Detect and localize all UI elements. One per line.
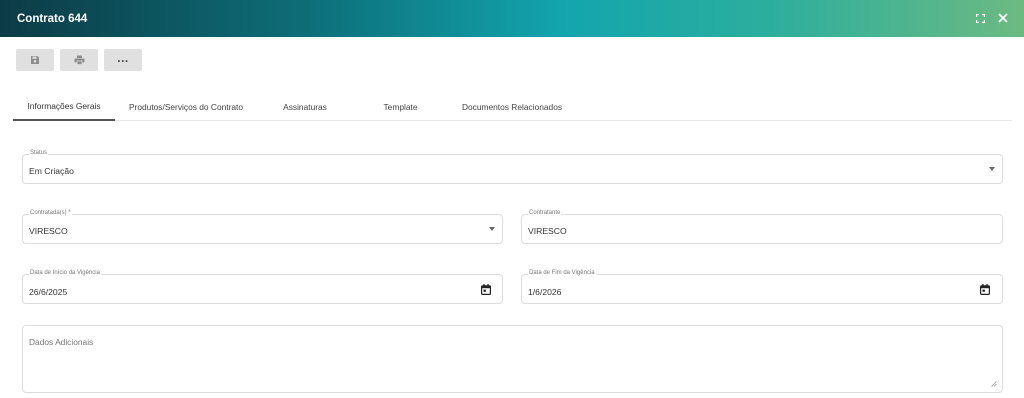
more-options-button[interactable]: ... xyxy=(104,49,142,71)
close-icon[interactable] xyxy=(994,9,1012,27)
status-select[interactable]: Status Em Criação xyxy=(22,150,1003,184)
status-label: Status xyxy=(29,150,49,156)
status-value: Em Criação xyxy=(29,166,74,176)
contratante-value: VIRESCO xyxy=(528,226,567,236)
dados-adicionais-placeholder: Dados Adicionais xyxy=(29,337,94,347)
calendar-icon[interactable] xyxy=(980,284,990,295)
contratante-label: Contratante xyxy=(528,210,562,216)
data-fim-label: Data de Fim da Vigência xyxy=(528,270,596,276)
contratada-select[interactable]: Contratada(s) * VIRESCO xyxy=(22,210,503,244)
data-inicio-value: 26/6/2025 xyxy=(29,287,68,297)
contratante-field[interactable]: Contratante VIRESCO xyxy=(521,210,1003,244)
window-title: Contrato 644 xyxy=(17,12,88,25)
tab-produtos-servicos[interactable]: Produtos/Serviços do Contrato xyxy=(121,92,251,121)
data-inicio-label: Data de Início da Vigência xyxy=(29,270,101,276)
expand-icon[interactable] xyxy=(971,9,989,27)
resize-handle-icon[interactable] xyxy=(991,381,997,387)
tab-documentos-relacionados[interactable]: Documentos Relacionados xyxy=(456,92,568,121)
chevron-down-icon[interactable] xyxy=(989,167,995,171)
tab-bar: Informações Gerais Produtos/Serviços do … xyxy=(13,92,1012,121)
data-fim-field[interactable]: Data de Fim da Vigência 1/6/2026 xyxy=(521,270,1003,304)
tab-assinaturas[interactable]: Assinaturas xyxy=(269,92,341,121)
calendar-icon[interactable] xyxy=(481,284,491,295)
save-button[interactable] xyxy=(16,49,54,71)
contratada-value: VIRESCO xyxy=(29,226,68,236)
data-inicio-field[interactable]: Data de Início da Vigência 26/6/2025 xyxy=(22,270,503,304)
print-button[interactable] xyxy=(60,49,98,71)
window-titlebar: Contrato 644 xyxy=(0,0,1024,37)
more-icon: ... xyxy=(117,50,129,65)
print-icon xyxy=(74,55,84,65)
data-fim-value: 1/6/2026 xyxy=(528,287,562,297)
contratada-label: Contratada(s) * xyxy=(29,210,72,216)
dados-adicionais-textarea[interactable]: Dados Adicionais xyxy=(22,325,1003,393)
chevron-down-icon[interactable] xyxy=(489,227,495,231)
tab-template[interactable]: Template xyxy=(363,92,438,121)
save-icon xyxy=(31,56,39,64)
tab-informacoes-gerais[interactable]: Informações Gerais xyxy=(13,92,115,121)
